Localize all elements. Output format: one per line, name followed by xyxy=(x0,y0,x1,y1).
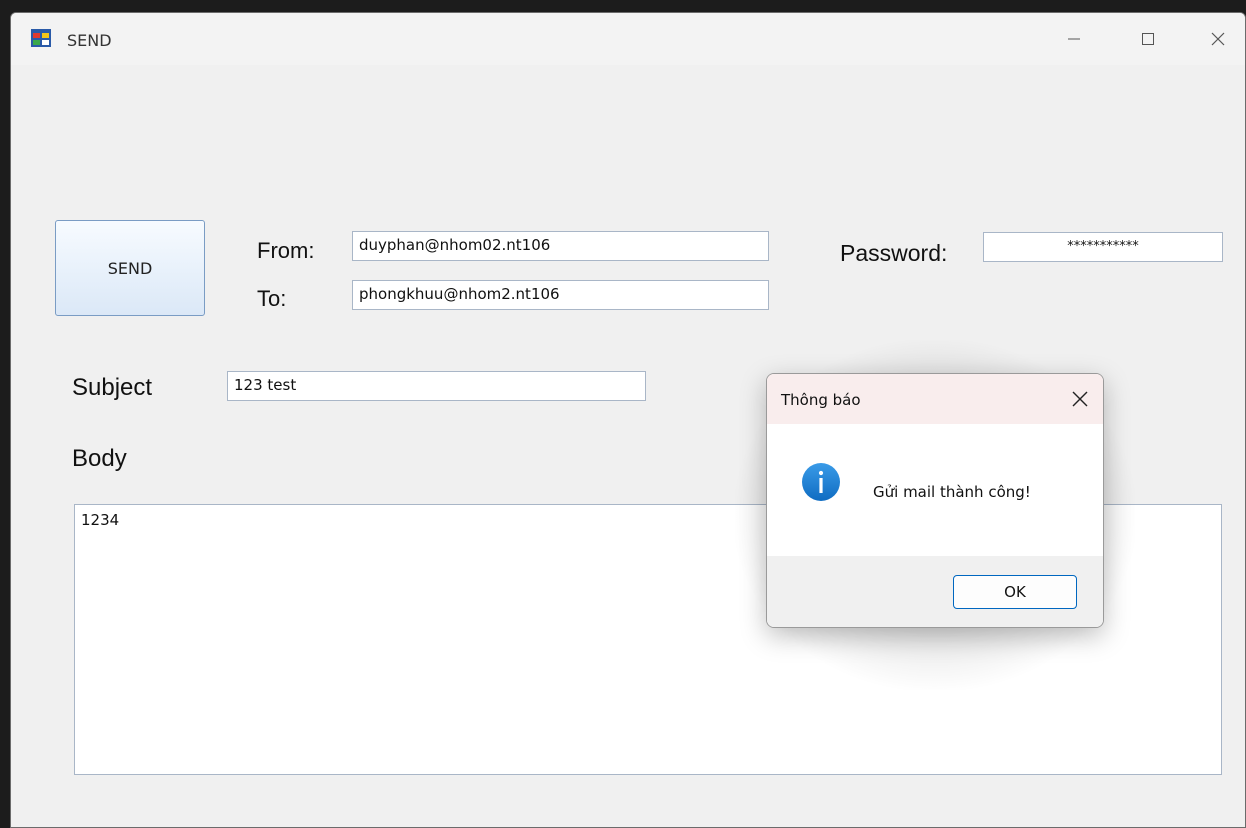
close-button[interactable] xyxy=(1195,23,1241,55)
dialog-footer: OK xyxy=(767,556,1103,627)
message-dialog: Thông báo Gửi mail thành công! OK xyxy=(766,373,1104,628)
password-input[interactable]: *********** xyxy=(983,232,1223,262)
dialog-title: Thông báo xyxy=(781,391,861,409)
to-label: To: xyxy=(257,286,287,311)
body-label: Body xyxy=(72,445,127,472)
subject-label: Subject xyxy=(72,374,153,401)
minimize-button[interactable] xyxy=(1051,23,1097,55)
dialog-message: Gửi mail thành công! xyxy=(873,483,1031,501)
from-input[interactable]: duyphan@nhom02.nt106 xyxy=(352,231,769,261)
subject-input[interactable]: 123 test xyxy=(227,371,646,401)
from-label: From: xyxy=(257,238,315,263)
maximize-icon xyxy=(1142,33,1154,45)
dialog-close-button[interactable] xyxy=(1067,386,1093,412)
close-icon xyxy=(1072,391,1088,407)
window-title: SEND xyxy=(67,31,112,50)
close-icon xyxy=(1211,32,1225,46)
send-button[interactable]: SEND xyxy=(55,220,205,316)
dialog-title-bar[interactable]: Thông báo xyxy=(767,374,1103,424)
to-input[interactable]: phongkhuu@nhom2.nt106 xyxy=(352,280,769,310)
maximize-button[interactable] xyxy=(1125,23,1171,55)
minimize-icon xyxy=(1068,38,1080,40)
title-bar[interactable]: SEND xyxy=(11,13,1245,65)
ok-button[interactable]: OK xyxy=(953,575,1077,609)
info-icon xyxy=(802,463,840,501)
app-icon xyxy=(31,29,51,47)
password-label: Password: xyxy=(840,240,948,266)
